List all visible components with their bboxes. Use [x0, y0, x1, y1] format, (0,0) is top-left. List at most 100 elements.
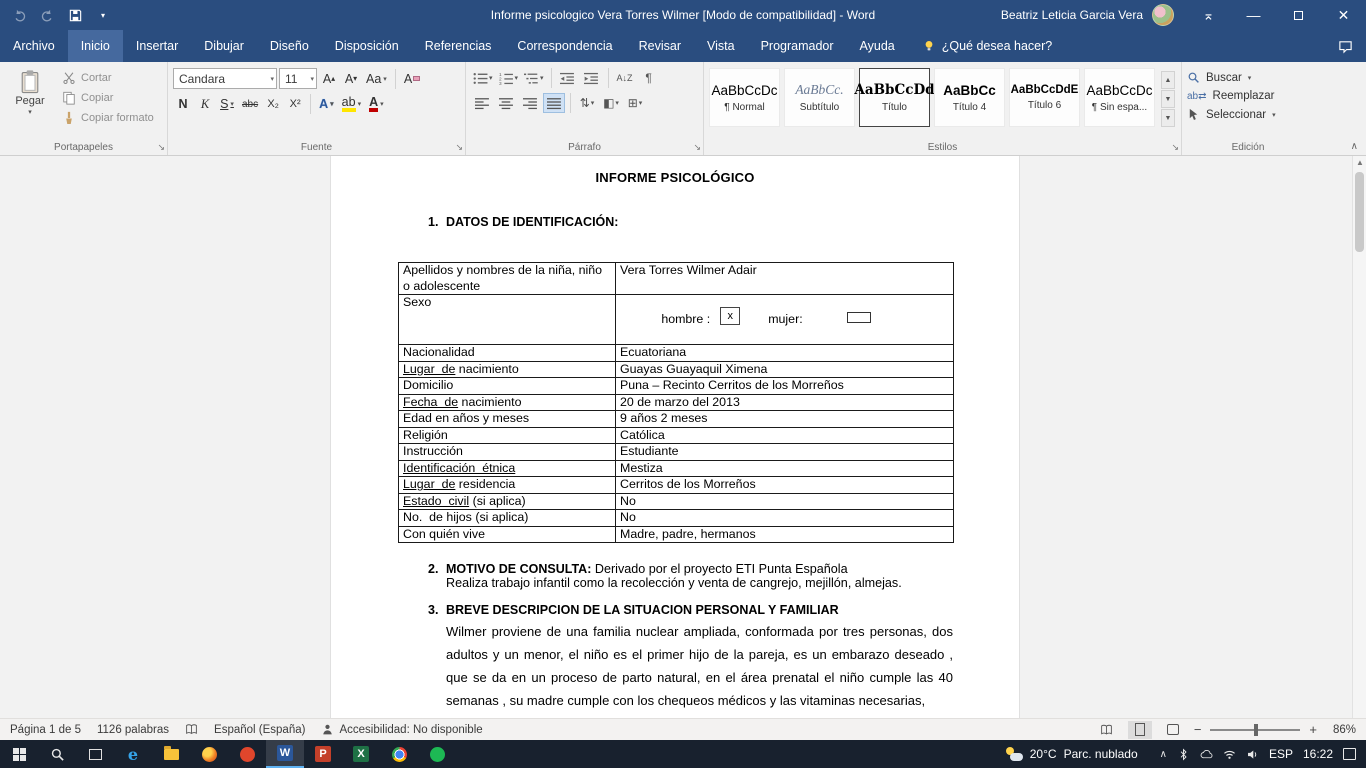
- tell-me-box[interactable]: ¿Qué desea hacer?: [908, 30, 1067, 62]
- table-cell-label[interactable]: Edad en años y meses: [399, 411, 616, 428]
- tab-correspondencia[interactable]: Correspondencia: [504, 30, 625, 62]
- section-2-heading[interactable]: 2. MOTIVO DE CONSULTA: Derivado por el p…: [428, 561, 952, 576]
- volume-icon[interactable]: [1246, 748, 1259, 761]
- format-painter-button[interactable]: Copiar formato: [59, 110, 157, 126]
- table-cell-value[interactable]: Puna – Recinto Cerritos de los Morreños: [616, 378, 954, 395]
- table-cell-label[interactable]: Sexo: [399, 295, 616, 345]
- style-titulo-6[interactable]: AaBbCcDdE Título 6: [1009, 68, 1080, 127]
- table-cell-label[interactable]: Lugar de residencia: [399, 477, 616, 494]
- clear-formatting-button[interactable]: A: [401, 69, 423, 89]
- shading-button[interactable]: ◧▾: [600, 93, 622, 113]
- table-cell-value[interactable]: Guayas Guayaquil Ximena: [616, 361, 954, 378]
- table-cell-value[interactable]: Madre, padre, hermanos: [616, 526, 954, 543]
- table-cell-value[interactable]: hombre :xmujer:: [616, 295, 954, 345]
- table-cell-label[interactable]: Instrucción: [399, 444, 616, 461]
- document-page[interactable]: INFORME PSICOLÓGICO 1. DATOS DE IDENTIFI…: [330, 156, 1020, 718]
- keyboard-language[interactable]: ESP: [1269, 747, 1293, 761]
- zoom-level[interactable]: 86%: [1326, 724, 1356, 736]
- dialog-launcher-icon[interactable]: ↘: [157, 143, 165, 152]
- align-center-button[interactable]: [495, 93, 517, 113]
- undo-icon[interactable]: [6, 3, 32, 27]
- zoom-in-button[interactable]: +: [1309, 722, 1317, 737]
- read-mode-button[interactable]: [1095, 721, 1119, 739]
- highlight-color-button[interactable]: ab▾: [339, 94, 364, 114]
- shrink-font-button[interactable]: A▾: [341, 69, 361, 89]
- table-cell-value[interactable]: Estudiante: [616, 444, 954, 461]
- line-spacing-button[interactable]: ⇅▾: [576, 93, 598, 113]
- grow-font-button[interactable]: A▴: [319, 69, 339, 89]
- taskbar-spotify[interactable]: [418, 740, 456, 768]
- decrease-indent-button[interactable]: [557, 68, 579, 88]
- style-subtitulo[interactable]: AaBbCc. Subtítulo: [784, 68, 855, 127]
- word-count[interactable]: 1126 palabras: [97, 724, 169, 736]
- minimize-button[interactable]: —: [1231, 0, 1276, 30]
- tab-programador[interactable]: Programador: [748, 30, 847, 62]
- bold-button[interactable]: N: [173, 94, 193, 114]
- account-name[interactable]: Beatriz Leticia Garcia Vera: [1001, 8, 1143, 22]
- table-cell-label[interactable]: Con quién vive: [399, 526, 616, 543]
- table-cell-value[interactable]: 9 años 2 meses: [616, 411, 954, 428]
- tab-archivo[interactable]: Archivo: [0, 30, 68, 62]
- tab-inicio[interactable]: Inicio: [68, 30, 123, 62]
- replace-button[interactable]: ab⇄ Reemplazar: [1187, 90, 1309, 102]
- onedrive-cloud-icon[interactable]: [1200, 748, 1213, 761]
- page-indicator[interactable]: Página 1 de 5: [10, 724, 81, 736]
- zoom-slider-thumb[interactable]: [1254, 724, 1258, 736]
- underline-button[interactable]: S▾: [217, 94, 237, 114]
- dialog-launcher-icon[interactable]: ↘: [455, 143, 463, 152]
- language-indicator[interactable]: Español (España): [214, 724, 305, 736]
- save-icon[interactable]: [62, 3, 88, 27]
- feedback-icon[interactable]: [1324, 30, 1366, 62]
- numbering-button[interactable]: 123▾: [497, 68, 521, 88]
- tab-diseno[interactable]: Diseño: [257, 30, 322, 62]
- table-cell-label[interactable]: Apellidos y nombres de la niña, niño o a…: [399, 263, 616, 295]
- web-layout-button[interactable]: [1161, 721, 1185, 739]
- table-cell-value[interactable]: Cerritos de los Morreños: [616, 477, 954, 494]
- table-cell-label[interactable]: Estado civil (si aplica): [399, 493, 616, 510]
- text-effects-button[interactable]: A▾: [316, 94, 337, 114]
- print-layout-button[interactable]: [1128, 721, 1152, 739]
- multilevel-list-button[interactable]: ▾: [522, 68, 546, 88]
- tab-dibujar[interactable]: Dibujar: [191, 30, 257, 62]
- maximize-button[interactable]: [1276, 0, 1321, 30]
- styles-gallery-more-icon[interactable]: ▼: [1161, 109, 1175, 127]
- subscript-button[interactable]: X₂: [263, 94, 283, 114]
- table-cell-value[interactable]: Ecuatoriana: [616, 345, 954, 362]
- customize-quick-access-icon[interactable]: ▾: [90, 3, 116, 27]
- style-sin-espaciado[interactable]: AaBbCcDc ¶ Sin espa...: [1084, 68, 1155, 127]
- justify-button[interactable]: [543, 93, 565, 113]
- tab-referencias[interactable]: Referencias: [412, 30, 505, 62]
- table-cell-value[interactable]: No: [616, 493, 954, 510]
- tab-insertar[interactable]: Insertar: [123, 30, 191, 62]
- increase-indent-button[interactable]: [581, 68, 603, 88]
- taskbar-excel[interactable]: X: [342, 740, 380, 768]
- table-cell-value[interactable]: Católica: [616, 427, 954, 444]
- notification-center-icon[interactable]: [1343, 748, 1356, 760]
- font-color-button[interactable]: A▾: [366, 94, 387, 114]
- pilcrow-icon[interactable]: ¶: [638, 68, 660, 88]
- avatar[interactable]: [1152, 4, 1174, 26]
- taskbar-firefox[interactable]: [190, 740, 228, 768]
- scrollbar-thumb[interactable]: [1355, 172, 1364, 252]
- sexo-hombre-checkbox[interactable]: x: [720, 307, 740, 325]
- font-size-combo[interactable]: 11▾: [279, 68, 317, 89]
- redo-icon[interactable]: [34, 3, 60, 27]
- table-cell-value[interactable]: No: [616, 510, 954, 527]
- table-cell-value[interactable]: 20 de marzo del 2013: [616, 394, 954, 411]
- taskbar-word[interactable]: W: [266, 740, 304, 768]
- network-icon[interactable]: [1223, 748, 1236, 761]
- tab-revisar[interactable]: Revisar: [626, 30, 694, 62]
- dialog-launcher-icon[interactable]: ↘: [693, 143, 701, 152]
- section-3-paragraph-1[interactable]: Wilmer proviene de una familia nuclear a…: [446, 620, 953, 712]
- table-cell-label[interactable]: Nacionalidad: [399, 345, 616, 362]
- document-title[interactable]: INFORME PSICOLÓGICO: [398, 170, 952, 185]
- task-view-button[interactable]: [76, 740, 114, 768]
- table-cell-label[interactable]: No. de hijos (si aplica): [399, 510, 616, 527]
- table-cell-value[interactable]: Vera Torres Wilmer Adair: [616, 263, 954, 295]
- dialog-launcher-icon[interactable]: ↘: [1171, 143, 1179, 152]
- sexo-mujer-checkbox[interactable]: [847, 312, 871, 323]
- taskbar-edge[interactable]: e: [114, 740, 152, 768]
- zoom-out-button[interactable]: −: [1194, 722, 1202, 737]
- style-titulo-4[interactable]: AaBbCc Título 4: [934, 68, 1005, 127]
- superscript-button[interactable]: X²: [285, 94, 305, 114]
